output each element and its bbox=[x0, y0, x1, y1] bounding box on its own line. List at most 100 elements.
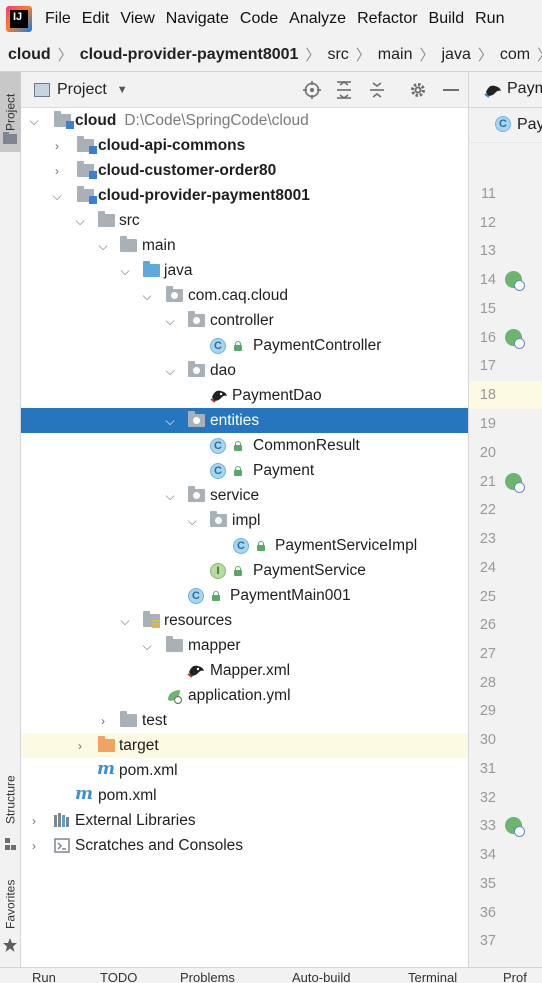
tree-row[interactable]: ⌵ resources bbox=[21, 608, 468, 633]
breadcrumb-item[interactable]: cloud bbox=[8, 46, 51, 64]
chevron-down-icon[interactable]: ⌵ bbox=[96, 239, 110, 253]
chevron-down-icon[interactable]: ⌵ bbox=[163, 314, 177, 328]
chevron-down-icon[interactable]: ⌵ bbox=[27, 114, 41, 128]
tree-label: PaymentService bbox=[253, 562, 366, 579]
profiler-tool-tab[interactable]: Prof bbox=[503, 970, 527, 983]
tree-row[interactable]: ⌵ entities bbox=[21, 408, 468, 433]
tree-row[interactable]: C PaymentController bbox=[21, 333, 468, 358]
chevron-down-icon[interactable]: ⌵ bbox=[50, 189, 64, 203]
chevron-down-icon[interactable]: ⌵ bbox=[118, 614, 132, 628]
tree-row[interactable]: ⌵ com.caq.cloud bbox=[21, 283, 468, 308]
tree-row[interactable]: ⌵ cloud-provider-payment8001 bbox=[21, 183, 468, 208]
chevron-down-icon[interactable]: ⌵ bbox=[185, 514, 199, 528]
tree-row[interactable]: ⌵ service bbox=[21, 483, 468, 508]
tree-row[interactable]: › cloud-customer-order80 bbox=[21, 158, 468, 183]
chevron-down-icon[interactable]: ▼ bbox=[117, 84, 128, 96]
chevron-right-icon[interactable]: › bbox=[73, 739, 87, 753]
tree-row[interactable]: ⌵ main bbox=[21, 233, 468, 258]
class-icon: C bbox=[210, 338, 226, 354]
chevron-down-icon[interactable]: ⌵ bbox=[163, 489, 177, 503]
menu-navigate[interactable]: Navigate bbox=[161, 10, 235, 28]
tree-row[interactable]: PaymentDao bbox=[21, 383, 468, 408]
menu-view[interactable]: View bbox=[115, 10, 160, 28]
breadcrumb-item[interactable]: com bbox=[500, 46, 530, 64]
tree-row[interactable]: ⌵ mapper bbox=[21, 633, 468, 658]
favorites-tool-tab[interactable]: Favorites bbox=[0, 872, 21, 937]
tree-row[interactable]: m pom.xml bbox=[21, 758, 468, 783]
chevron-down-icon[interactable]: ⌵ bbox=[140, 289, 154, 303]
tree-row[interactable]: ⌵ java bbox=[21, 258, 468, 283]
chevron-down-icon[interactable]: ⌵ bbox=[140, 639, 154, 653]
chevron-right-icon[interactable]: › bbox=[50, 139, 64, 153]
tree-row[interactable]: ⌵ cloud D:\Code\SpringCode\cloud bbox=[21, 108, 468, 133]
chevron-right-icon[interactable]: › bbox=[27, 839, 41, 853]
breadcrumb-item[interactable]: cloud-provider-payment8001 bbox=[80, 46, 299, 64]
breadcrumb-item[interactable]: java bbox=[441, 46, 470, 64]
terminal-tool-tab[interactable]: Terminal bbox=[408, 970, 457, 983]
tree-row[interactable]: C PaymentMain001 bbox=[21, 583, 468, 608]
menu-refactor[interactable]: Refactor bbox=[352, 10, 423, 28]
run-tool-tab[interactable]: Run bbox=[32, 970, 56, 983]
expand-all-icon[interactable] bbox=[334, 80, 354, 100]
menu-code[interactable]: Code bbox=[235, 10, 284, 28]
tree-label: pom.xml bbox=[98, 787, 157, 804]
tree-row[interactable]: C Payment bbox=[21, 458, 468, 483]
breadcrumb-item[interactable]: main bbox=[378, 46, 413, 64]
menu-run[interactable]: Run bbox=[470, 10, 510, 28]
tree-row[interactable]: ⌵ src bbox=[21, 208, 468, 233]
todo-tool-tab[interactable]: TODO bbox=[100, 970, 137, 983]
structure-tool-tab[interactable]: Structure bbox=[0, 762, 21, 837]
editor-tab[interactable]: Paym bbox=[507, 80, 542, 98]
locate-icon[interactable] bbox=[302, 80, 322, 100]
minimize-icon[interactable] bbox=[441, 80, 461, 100]
class-icon: C bbox=[495, 116, 511, 132]
spring-bean-gutter-icon[interactable] bbox=[505, 473, 525, 493]
menu-analyze[interactable]: Analyze bbox=[284, 10, 352, 28]
line-number: 32 bbox=[479, 790, 496, 806]
chevron-right-icon[interactable]: › bbox=[96, 714, 110, 728]
line-number: 20 bbox=[479, 445, 496, 461]
problems-tool-tab[interactable]: Problems bbox=[180, 970, 235, 983]
tree-row[interactable]: m pom.xml bbox=[21, 783, 468, 808]
mybatis-xml-icon bbox=[187, 665, 204, 678]
chevron-right-icon[interactable]: › bbox=[50, 164, 64, 178]
tree-label: CommonResult bbox=[253, 437, 360, 454]
line-number: 35 bbox=[479, 876, 496, 892]
tree-label: mapper bbox=[188, 637, 241, 654]
spring-bean-gutter-icon[interactable] bbox=[505, 329, 525, 349]
tree-row[interactable]: C CommonResult bbox=[21, 433, 468, 458]
tree-row[interactable]: I PaymentService bbox=[21, 558, 468, 583]
spring-bean-gutter-icon[interactable] bbox=[505, 817, 525, 837]
tree-row[interactable]: › target bbox=[21, 733, 468, 758]
tree-row[interactable]: C PaymentServiceImpl bbox=[21, 533, 468, 558]
tree-row[interactable]: Mapper.xml bbox=[21, 658, 468, 683]
tree-row[interactable]: › cloud-api-commons bbox=[21, 133, 468, 158]
menu-build[interactable]: Build bbox=[424, 10, 471, 28]
tree-row[interactable]: application.yml bbox=[21, 683, 468, 708]
menu-file[interactable]: File bbox=[40, 10, 77, 28]
tree-row[interactable]: › Scratches and Consoles bbox=[21, 833, 468, 858]
tree-row[interactable]: ⌵ controller bbox=[21, 308, 468, 333]
package-icon bbox=[188, 411, 205, 427]
tree-row[interactable]: ⌵ impl bbox=[21, 508, 468, 533]
spring-bean-gutter-icon[interactable] bbox=[505, 271, 525, 291]
line-number: 22 bbox=[479, 502, 496, 518]
auto-build-tool-tab[interactable]: Auto-build bbox=[292, 970, 351, 983]
tree-row[interactable]: ⌵ dao bbox=[21, 358, 468, 383]
panel-title[interactable]: Project bbox=[57, 81, 107, 99]
chevron-down-icon[interactable]: ⌵ bbox=[163, 364, 177, 378]
editor-tab[interactable]: Pay bbox=[517, 116, 542, 134]
tree-label: java bbox=[164, 262, 193, 279]
chevron-right-icon: 〉 bbox=[477, 47, 493, 64]
breadcrumb-item[interactable]: src bbox=[327, 46, 348, 64]
chevron-down-icon[interactable]: ⌵ bbox=[73, 214, 87, 228]
collapse-all-icon[interactable] bbox=[367, 80, 387, 100]
tree-row[interactable]: › External Libraries bbox=[21, 808, 468, 833]
chevron-down-icon[interactable]: ⌵ bbox=[118, 264, 132, 278]
tree-row[interactable]: › test bbox=[21, 708, 468, 733]
gear-icon[interactable] bbox=[408, 80, 428, 100]
menu-edit[interactable]: Edit bbox=[77, 10, 116, 28]
chevron-down-icon[interactable]: ⌵ bbox=[163, 414, 177, 428]
chevron-right-icon[interactable]: › bbox=[27, 814, 41, 828]
line-number: 24 bbox=[479, 560, 496, 576]
